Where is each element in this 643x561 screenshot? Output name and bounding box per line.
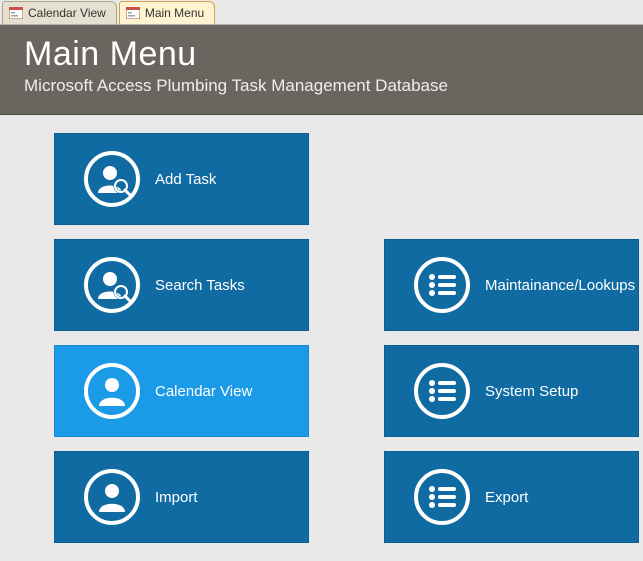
tile-label: Calendar View xyxy=(155,383,252,400)
tab-bar: Calendar View Main Menu xyxy=(0,0,643,25)
tile-search-tasks[interactable]: Search Tasks xyxy=(54,239,309,331)
person-plain-icon xyxy=(81,466,143,528)
person-search-icon xyxy=(81,148,143,210)
header: Main Menu Microsoft Access Plumbing Task… xyxy=(0,25,643,115)
tab-main-menu[interactable]: Main Menu xyxy=(119,1,215,24)
person-plain-icon xyxy=(81,360,143,422)
tile-export[interactable]: Export xyxy=(384,451,639,543)
tile-label: Maintainance/Lookups xyxy=(485,277,635,294)
tab-label: Calendar View xyxy=(28,6,106,20)
tile-maintenance-lookups[interactable]: Maintainance/Lookups xyxy=(384,239,639,331)
tile-label: Export xyxy=(485,489,528,506)
person-search-icon xyxy=(81,254,143,316)
tile-add-task[interactable]: Add Task xyxy=(54,133,309,225)
menu-grid: Add Task Search Tasks Maintainance/Looku… xyxy=(0,115,643,543)
form-icon xyxy=(9,7,23,19)
tile-system-setup[interactable]: System Setup xyxy=(384,345,639,437)
form-icon xyxy=(126,7,140,19)
page-subtitle: Microsoft Access Plumbing Task Managemen… xyxy=(24,76,619,96)
tile-label: Search Tasks xyxy=(155,277,245,294)
page-title: Main Menu xyxy=(24,35,619,74)
list-icon xyxy=(411,466,473,528)
tab-label: Main Menu xyxy=(145,6,204,20)
tile-calendar-view[interactable]: Calendar View xyxy=(54,345,309,437)
tile-import[interactable]: Import xyxy=(54,451,309,543)
tile-label: System Setup xyxy=(485,383,578,400)
list-icon xyxy=(411,254,473,316)
tile-label: Import xyxy=(155,489,198,506)
tile-label: Add Task xyxy=(155,171,216,188)
list-icon xyxy=(411,360,473,422)
tab-calendar-view[interactable]: Calendar View xyxy=(2,1,117,24)
